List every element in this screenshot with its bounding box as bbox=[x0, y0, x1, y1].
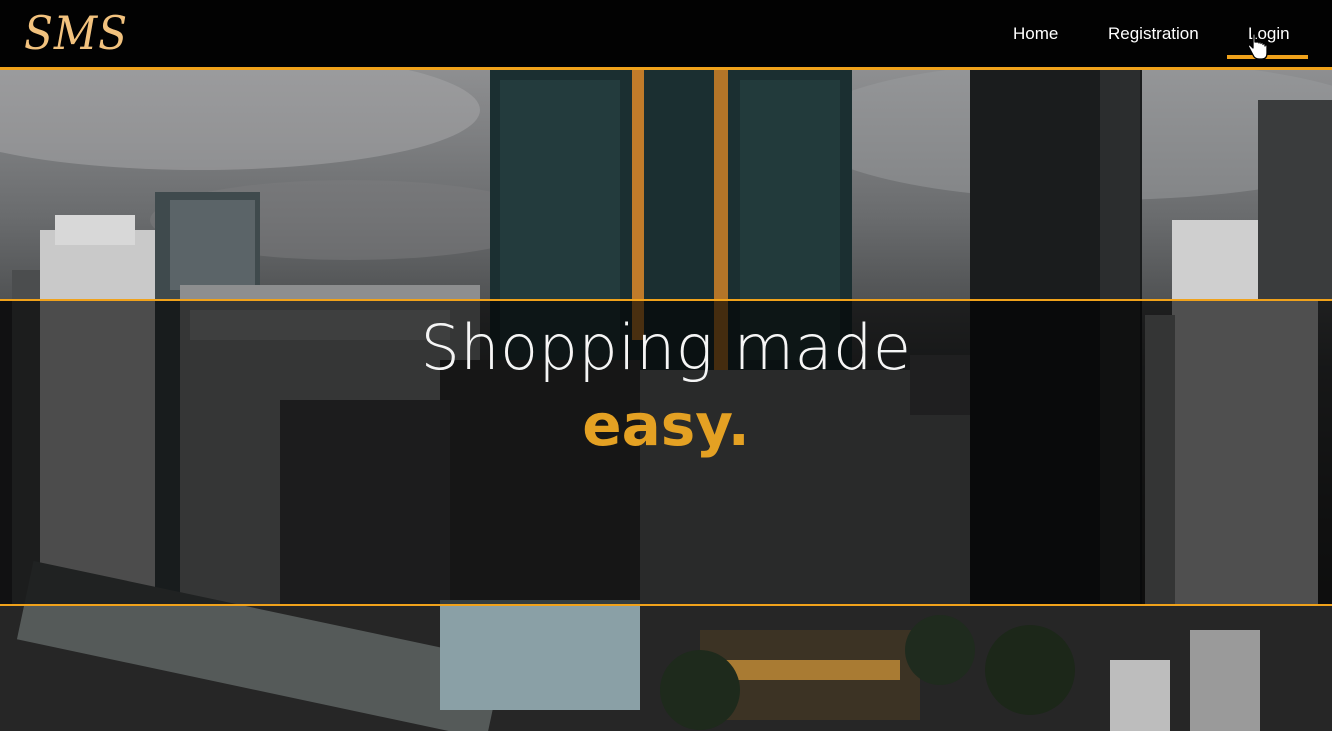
nav-home-link[interactable]: Home bbox=[1013, 23, 1058, 45]
hero-headline: Shopping made bbox=[420, 311, 912, 384]
navbar: SMS Home Registration Login bbox=[0, 0, 1332, 70]
hand-pointer-cursor-icon bbox=[1247, 33, 1268, 60]
logo[interactable]: SMS bbox=[24, 5, 128, 61]
nav-registration-link[interactable]: Registration bbox=[1108, 23, 1199, 45]
hero-headline-accent: easy. bbox=[582, 391, 750, 459]
